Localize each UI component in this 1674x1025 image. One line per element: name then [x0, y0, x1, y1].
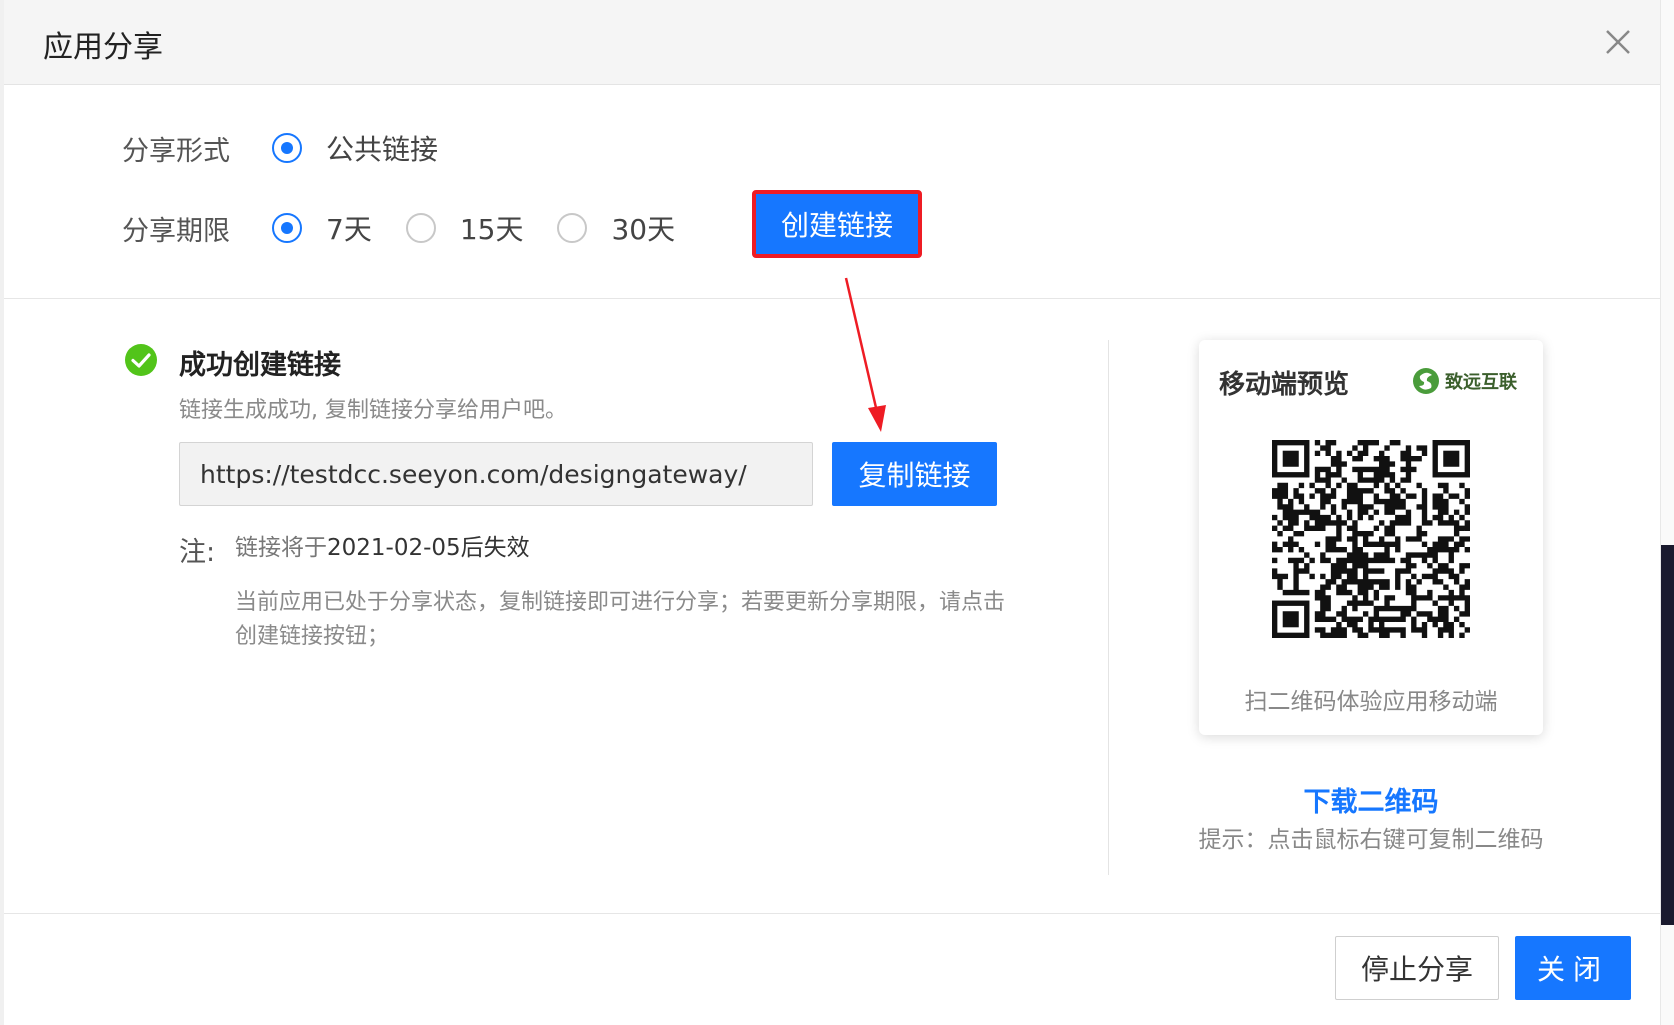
vertical-divider — [1108, 340, 1109, 875]
stop-sharing-button[interactable]: 停止分享 — [1335, 936, 1499, 1000]
preview-title: 移动端预览 — [1219, 370, 1350, 400]
radio-7-days-label[interactable]: 7天 — [326, 208, 372, 248]
brand-name: 致远互联 — [1445, 371, 1517, 393]
radio-public-link-label[interactable]: 公共链接 — [326, 128, 438, 168]
radio-7-days[interactable] — [272, 213, 302, 243]
radio-30-days[interactable] — [557, 213, 588, 243]
close-icon[interactable] — [1602, 26, 1634, 58]
background-scrollbar — [1660, 0, 1674, 1025]
note-label: 注: — [179, 537, 216, 568]
success-description: 链接生成成功, 复制链接分享给用户吧。 — [179, 398, 567, 423]
expire-date: 2021-02-05后失效 — [327, 535, 530, 561]
radio-15-days[interactable] — [405, 213, 436, 243]
close-button[interactable]: 关闭 — [1515, 936, 1631, 1000]
left-edge — [0, 0, 4, 1025]
share-form-label: 分享形式 — [122, 135, 230, 167]
success-title: 成功创建链接 — [179, 350, 341, 381]
footer-divider — [4, 913, 1660, 914]
share-period-row: 分享期限 7天 15天 30天 — [122, 206, 709, 250]
section-divider — [4, 298, 1660, 299]
brand-logo: 致远互联 — [1411, 364, 1521, 398]
qr-code[interactable] — [1272, 440, 1470, 638]
download-qr-link[interactable]: 下载二维码 — [1199, 780, 1543, 819]
radio-15-days-label[interactable]: 15天 — [460, 208, 524, 248]
copy-link-button[interactable]: 复制链接 — [832, 442, 997, 506]
share-form-row: 分享形式 公共链接 — [122, 126, 472, 170]
radio-public-link[interactable] — [272, 133, 302, 163]
expire-prefix: 链接将于 — [235, 535, 327, 561]
mobile-preview-card: 移动端预览 致远互联 扫二维码体验应用移动端 — [1199, 340, 1543, 735]
success-check-icon — [125, 344, 157, 376]
radio-30-days-label[interactable]: 30天 — [611, 208, 675, 248]
share-url-field[interactable] — [179, 442, 813, 506]
share-period-label: 分享期限 — [122, 215, 230, 247]
dialog-header: 应用分享 — [4, 0, 1660, 85]
expire-note: 链接将于2021-02-05后失效 — [235, 528, 530, 562]
preview-caption: 扫二维码体验应用移动端 — [1244, 689, 1498, 715]
share-dialog: 应用分享 分享形式 公共链接 分享期限 7天 15天 30天 创建链接 成功创建… — [0, 0, 1674, 1025]
create-link-button[interactable]: 创建链接 — [752, 190, 922, 258]
download-hint: 提示：点击鼠标右键可复制二维码 — [1198, 827, 1544, 853]
note-body: 当前应用已处于分享状态，复制链接即可进行分享；若要更新分享期限，请点击创建链接按… — [235, 590, 1006, 649]
dialog-title: 应用分享 — [43, 30, 163, 65]
